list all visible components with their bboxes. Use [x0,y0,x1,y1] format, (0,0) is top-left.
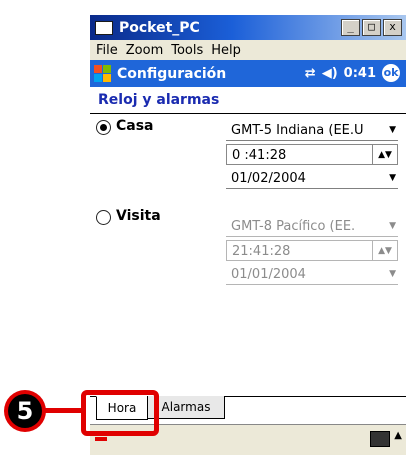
menu-bar: File Zoom Tools Help [90,40,406,60]
page-title: Configuración [117,65,227,82]
home-time-field[interactable]: 0 :41:28 ▲▼ [226,144,398,165]
dropdown-arrow-icon[interactable]: ▼ [389,168,396,189]
home-label: Casa [116,118,154,134]
keyboard-icon[interactable] [370,431,390,447]
home-timezone-value: GMT-5 Indiana (EE.U [231,123,364,138]
time-spinner-icon[interactable]: ▲▼ [372,241,397,261]
navigation-bar: Configuración ⇄ ◀) 0:41 ok [90,60,406,87]
start-menu-icon[interactable] [94,64,112,83]
menu-tools[interactable]: Tools [171,43,203,58]
volume-icon[interactable]: ◀) [322,66,338,81]
connectivity-icon[interactable]: ⇄ [305,66,316,81]
window-title: Pocket_PC [119,19,200,36]
minimize-button[interactable]: _ [341,19,360,36]
app-icon [95,20,113,35]
section-header: Reloj y alarmas [90,87,406,114]
callout-connector [45,408,83,413]
home-date-select[interactable]: 01/02/2004 ▼ [226,168,398,189]
close-button[interactable]: x [383,19,402,36]
visiting-timezone-select[interactable]: GMT-8 Pacífico (EE. ▼ [226,216,398,237]
clock[interactable]: 0:41 [344,66,376,81]
home-timezone-select[interactable]: GMT-5 Indiana (EE.U ▼ [226,120,398,141]
title-bar: Pocket_PC _ □ x [90,15,406,40]
ok-button[interactable]: ok [382,64,400,82]
home-date-value: 01/02/2004 [231,171,306,186]
visiting-time-value: 21:41:28 [232,244,291,259]
visiting-date-value: 01/01/2004 [231,267,306,282]
dropdown-arrow-icon[interactable]: ▼ [389,216,396,237]
highlight-box [81,390,159,436]
visiting-time-field[interactable]: 21:41:28 ▲▼ [226,240,398,261]
visiting-label: Visita [116,208,161,224]
visiting-radio[interactable] [96,210,111,225]
home-time-value: 0 :41:28 [232,148,287,163]
home-radio[interactable] [96,120,111,135]
menu-zoom[interactable]: Zoom [126,43,163,58]
maximize-button[interactable]: □ [362,19,381,36]
dropdown-arrow-icon[interactable]: ▼ [389,120,396,141]
pocket-pc-window: Pocket_PC _ □ x File Zoom Tools Help Con… [90,15,406,455]
status-indicator [95,437,107,441]
dropdown-arrow-icon[interactable]: ▼ [389,264,396,285]
menu-help[interactable]: Help [211,43,241,58]
input-menu-arrow-icon[interactable]: ▲ [394,430,402,441]
step-number: 5 [8,394,42,428]
visiting-timezone-value: GMT-8 Pacífico (EE. [231,219,356,234]
visiting-date-select[interactable]: 01/01/2004 ▼ [226,264,398,285]
time-spinner-icon[interactable]: ▲▼ [372,145,397,165]
section-title: Reloj y alarmas [98,92,220,108]
step-callout: 5 [4,390,46,432]
menu-file[interactable]: File [96,43,118,58]
